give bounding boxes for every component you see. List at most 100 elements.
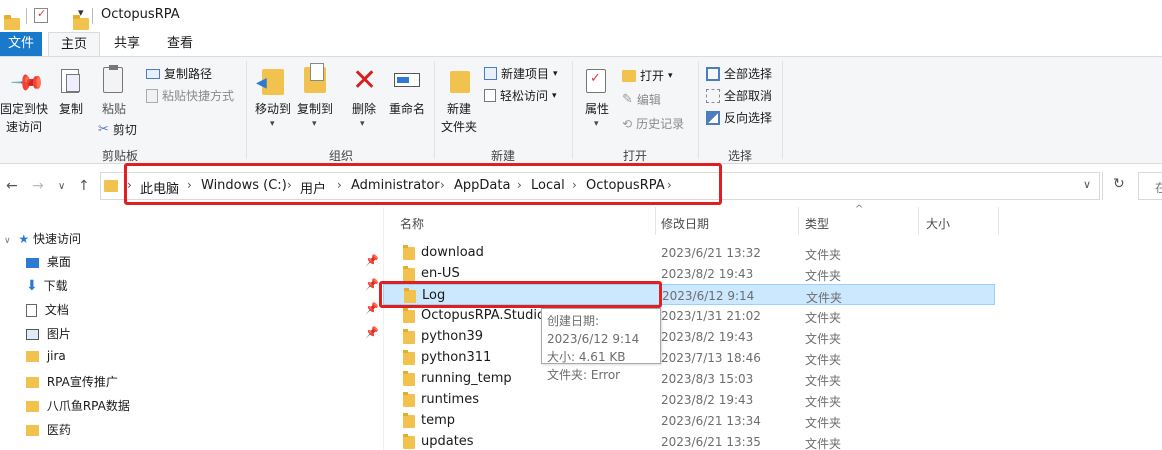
column-header-name[interactable]: 名称 [400,215,424,245]
easy-access-button[interactable]: 轻松访问 ▾ [484,87,557,104]
properties-button[interactable]: ✓ 属性 ▾ [578,59,616,131]
folder-icon [26,377,39,388]
nav-item-medicine[interactable]: 医药 [26,421,71,438]
search-input[interactable]: 在 [1138,172,1162,200]
open-icon [622,69,636,82]
file-tooltip: 创建日期: 2023/6/12 9:14 大小: 4.61 KB 文件夹: Er… [541,308,661,382]
desktop-icon [26,257,39,268]
file-row[interactable]: runtimes 2023/8/2 19:43 文件夹 [383,389,995,410]
refresh-icon[interactable]: ↻ [1113,176,1125,192]
history-icon: ⟲ [622,116,633,131]
file-name: temp [421,413,456,428]
tab-view[interactable]: 查看 [157,32,203,56]
open-button[interactable]: 打开 ▾ [622,67,673,84]
copy-path-label: 复制路径 [164,67,213,81]
column-separator[interactable] [998,207,999,235]
cut-label: 剪切 [112,123,137,137]
properties-quick-icon[interactable]: ✓ [34,7,48,23]
easy-access-icon [484,89,496,102]
paste-label: 粘贴 [101,102,126,116]
select-all-button[interactable]: 全部选择 [706,65,772,82]
invert-selection-button[interactable]: 反向选择 [706,109,772,126]
history-label: 历史记录 [636,117,685,131]
properties-dropdown-icon: ▾ [594,119,599,129]
new-folder-quick-icon[interactable] [73,15,89,30]
pin-label-1: 固定到快 [0,102,49,116]
delete-button[interactable]: ✕ 删除 ▾ [346,59,382,129]
group-separator [572,61,573,159]
file-date: 2023/1/31 21:02 [661,309,761,323]
file-name: download [421,245,484,260]
nav-item-rpa-promo[interactable]: RPA宣传推广 [26,373,118,390]
cut-button[interactable]: ✂ 剪切 [98,121,137,138]
move-to-button[interactable]: ◀ 移动到 ▾ [252,59,292,129]
file-name: python39 [421,329,484,344]
file-row[interactable]: OctopusRPA.Studio.exe.WebView2 2023/1/31… [383,305,995,326]
tab-share[interactable]: 共享 [106,32,148,56]
select-none-icon [706,88,720,103]
address-dropdown-icon[interactable]: ∨ [1083,178,1091,191]
copy-icon [61,69,80,93]
quick-access-item[interactable]: ∨ ★ 快速访问 [4,230,81,247]
nav-item-pictures[interactable]: 图片 [26,325,71,342]
open-label: 打开 [640,69,665,83]
column-separator[interactable] [655,207,656,235]
nav-item-downloads[interactable]: ⬇ 下载 [26,277,68,294]
history-button[interactable]: ⟲ 历史记录 [622,115,684,132]
customize-toolbar-icon[interactable]: ▾ [78,6,84,19]
edit-button[interactable]: ✎ 编辑 [622,91,661,108]
copy-to-button[interactable]: 复制到 ▾ [294,59,334,129]
file-name: runtimes [421,392,479,407]
folder-icon [403,434,415,449]
tab-file[interactable]: 文件 [0,32,42,56]
nav-item-desktop[interactable]: 桌面 [26,253,71,270]
recent-locations-icon[interactable]: ∨ [58,181,65,192]
tab-home[interactable]: 主页 [48,32,100,56]
file-type: 文件夹 [805,437,842,450]
new-folder-button[interactable]: 新建 文件夹 [438,59,480,139]
nav-item-label: 八爪鱼RPA数据 [46,399,130,413]
file-row[interactable]: download 2023/6/21 13:32 文件夹 [383,242,995,263]
ribbon: 📌 固定到快 速访问 复制 粘贴 复制路径 粘贴快捷方式 ✂ 剪切 剪贴板 ◀ … [0,56,1162,164]
select-none-label: 全部取消 [724,89,773,103]
column-separator[interactable] [798,207,799,235]
file-name: python311 [421,350,492,365]
file-name: en-US [421,266,460,281]
forward-arrow-icon[interactable]: → [32,178,44,194]
invert-selection-label: 反向选择 [724,111,773,125]
nav-item-jira[interactable]: jira [26,349,66,363]
copy-to-dropdown-icon: ▾ [312,119,317,129]
file-row[interactable]: python311 2023/7/13 18:46 文件夹 [383,347,995,368]
column-header-date[interactable]: 修改日期 [661,215,709,245]
pin-to-quick-access-button[interactable]: 📌 固定到快 速访问 [0,59,48,145]
select-group-label: 选择 [727,149,752,163]
quick-access-label: 快速访问 [33,232,82,246]
folder-icon [403,371,415,386]
file-type: 文件夹 [805,353,842,367]
file-type: 文件夹 [805,374,842,388]
nav-item-documents[interactable]: 文档 [26,301,69,318]
file-row[interactable]: python39 2023/8/2 19:43 文件夹 [383,326,995,347]
up-arrow-icon[interactable]: ↑ [78,178,90,194]
new-item-dropdown-icon: ▾ [553,68,558,79]
pinned-icon: 📌 [365,254,379,267]
file-row[interactable]: temp 2023/6/21 13:34 文件夹 [383,410,995,431]
copy-path-button[interactable]: 复制路径 [146,65,212,82]
nav-item-label: jira [46,349,66,363]
file-row[interactable]: updates 2023/6/21 13:35 文件夹 [383,431,995,450]
rename-button[interactable]: 重命名 [386,59,428,129]
log-highlight-box [379,281,662,308]
nav-item-rpa-data[interactable]: 八爪鱼RPA数据 [26,397,130,414]
file-row[interactable]: running_temp 2023/8/3 15:03 文件夹 [383,368,995,389]
back-arrow-icon[interactable]: ← [6,178,18,194]
column-separator[interactable] [918,207,919,235]
copy-button[interactable]: 复制 [52,59,90,129]
paste-shortcut-icon [146,88,158,103]
paste-shortcut-button[interactable]: 粘贴快捷方式 [146,87,234,104]
paste-button[interactable]: 粘贴 [96,59,132,129]
column-header-type[interactable]: 类型 [805,215,829,245]
column-header-size[interactable]: 大小 [926,215,950,245]
copy-label: 复制 [58,102,83,116]
new-item-button[interactable]: 新建项目 ▾ [484,65,558,82]
select-none-button[interactable]: 全部取消 [706,87,772,104]
